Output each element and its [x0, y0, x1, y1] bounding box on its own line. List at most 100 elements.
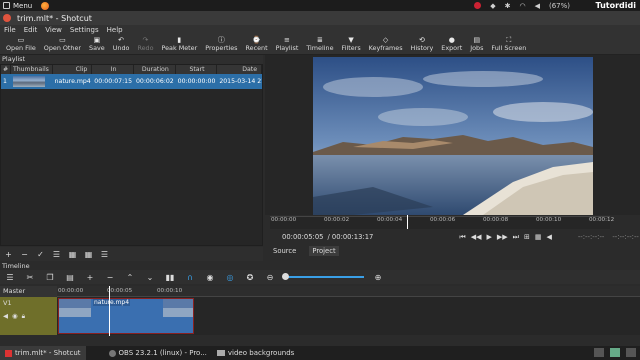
save-button[interactable]: ▣ Save: [85, 34, 109, 55]
skip-next-icon[interactable]: ⏭: [513, 233, 519, 242]
taskbar-item-obs[interactable]: OBS 23.2.1 (linux) - Pro...: [104, 346, 212, 360]
remove-icon[interactable]: −: [20, 250, 29, 259]
undo-icon: ↶: [118, 36, 125, 44]
copy-icon[interactable]: ❐: [44, 273, 56, 282]
shotcut-icon: [5, 349, 12, 357]
tab-project[interactable]: Project: [309, 246, 339, 256]
viewer-playhead[interactable]: [407, 215, 408, 229]
playlist-button[interactable]: ≡ Playlist: [272, 34, 303, 55]
volume-icon[interactable]: ◀: [535, 2, 540, 10]
tray-icon[interactable]: [610, 348, 620, 357]
ripple-delete-icon[interactable]: −: [104, 273, 116, 282]
column-header-thumbnails[interactable]: Thumbnails: [11, 65, 53, 74]
undo-button[interactable]: ↶ Undo: [109, 34, 134, 55]
timeline-menu-icon[interactable]: ☰: [4, 273, 16, 282]
close-window-button[interactable]: [3, 14, 11, 22]
menu-edit[interactable]: Edit: [24, 26, 38, 34]
mute-icon[interactable]: ◀: [3, 312, 8, 321]
track-header-v1[interactable]: V1 ◀ ◉ 🔒︎: [0, 297, 57, 335]
position-timecode[interactable]: 00:00:05:05: [282, 233, 323, 241]
append-icon[interactable]: +: [84, 273, 96, 282]
menu-file[interactable]: File: [4, 26, 16, 34]
battery-level[interactable]: (67%): [549, 2, 570, 10]
snap-icon[interactable]: ∩: [184, 273, 196, 282]
history-button[interactable]: ⟲ History: [407, 34, 438, 55]
table-row[interactable]: 1 nature.mp4 00:00:07:15 00:00:06:02 00:…: [1, 74, 262, 89]
ruler-tick: 00:00:10: [536, 217, 562, 223]
grid-icon[interactable]: ▦: [535, 233, 542, 242]
bluetooth-icon[interactable]: ✱: [505, 2, 511, 10]
viewer-ruler[interactable]: 00:00:00 00:00:02 00:00:04 00:00:06 00:0…: [270, 216, 614, 229]
playlist-header-row: # Thumbnails Clip In Duration Start Date: [1, 65, 262, 74]
timeline-ruler[interactable]: 00:00:00 00:00:05 00:00:10: [57, 286, 640, 297]
split-icon[interactable]: ▮▮: [164, 273, 176, 282]
fast-forward-icon[interactable]: ▶▶: [497, 233, 508, 242]
tiles-view-icon[interactable]: ▦: [68, 250, 77, 259]
column-header-duration[interactable]: Duration: [134, 65, 176, 74]
row-clip: nature.mp4: [54, 78, 91, 85]
overwrite-icon[interactable]: ⌄: [144, 273, 156, 282]
open-file-button[interactable]: ▭ Open File: [2, 34, 40, 55]
update-check-icon[interactable]: ✓: [36, 250, 45, 259]
video-frame[interactable]: [313, 57, 593, 215]
timeline-button[interactable]: ≣ Timeline: [302, 34, 337, 55]
rewind-icon[interactable]: ◀◀: [471, 233, 482, 242]
timeline-clip[interactable]: nature.mp4: [58, 298, 194, 334]
zoom-in-icon[interactable]: ⊕: [372, 273, 384, 282]
zoom-slider[interactable]: [282, 273, 364, 280]
recent-button[interactable]: ⌚ Recent: [242, 34, 272, 55]
dropbox-icon[interactable]: ◆: [490, 2, 495, 10]
jobs-button[interactable]: ▤ Jobs: [466, 34, 487, 55]
main-toolbar: ▭ Open File ▭ Open Other ▣ Save ↶ Undo ↷ Redo…: [0, 34, 640, 55]
ripple-all-icon[interactable]: ✪: [244, 273, 256, 282]
save-icon: ▣: [93, 36, 101, 44]
record-icon[interactable]: [474, 2, 482, 9]
cut-icon[interactable]: ✂: [24, 273, 36, 282]
zoom-slider-handle[interactable]: [282, 273, 289, 280]
details-view-icon[interactable]: ☰: [52, 250, 61, 259]
filters-button[interactable]: ▼ Filters: [338, 34, 365, 55]
zoom-icon[interactable]: ⊞: [524, 233, 530, 242]
properties-button[interactable]: ⓘ Properties: [201, 34, 241, 55]
lock-icon[interactable]: 🔒︎: [22, 312, 25, 321]
column-header-in[interactable]: In: [92, 65, 134, 74]
redo-button[interactable]: ↷ Redo: [133, 34, 157, 55]
keyframes-button[interactable]: ◇ Keyframes: [365, 34, 407, 55]
lift-icon[interactable]: ⌃: [124, 273, 136, 282]
column-header-start[interactable]: Start: [176, 65, 218, 74]
zoom-out-icon[interactable]: ⊖: [264, 273, 276, 282]
volume-icon[interactable]: ◀: [546, 233, 551, 242]
hide-icon[interactable]: ◉: [12, 312, 18, 321]
ripple-icon[interactable]: ◎: [224, 273, 236, 282]
system-menu-button[interactable]: Menu: [0, 1, 50, 10]
playlist-menu-icon[interactable]: ☰: [100, 250, 109, 259]
taskbar-item-folder[interactable]: video backgrounds: [212, 346, 299, 360]
history-icon: ⟲: [418, 36, 425, 44]
icons-view-icon[interactable]: ▦: [84, 250, 93, 259]
jobs-icon: ▤: [473, 36, 481, 44]
tray-icon[interactable]: [594, 348, 604, 357]
full-screen-icon: ⛶: [506, 36, 512, 44]
column-header-number[interactable]: #: [1, 65, 11, 74]
scrub-icon[interactable]: ◉: [204, 273, 216, 282]
wifi-icon[interactable]: ◠: [519, 2, 525, 10]
column-header-clip[interactable]: Clip: [53, 65, 93, 74]
add-icon[interactable]: +: [4, 250, 13, 259]
playlist-table[interactable]: # Thumbnails Clip In Duration Start Date…: [0, 64, 263, 246]
tray-icon[interactable]: [626, 348, 636, 357]
peak-meter-button[interactable]: ▮ Peak Meter: [158, 34, 202, 55]
full-screen-button[interactable]: ⛶ Full Screen: [487, 34, 530, 55]
skip-previous-icon[interactable]: ⏮: [459, 233, 465, 242]
column-header-date[interactable]: Date: [217, 65, 262, 74]
taskbar-item-shotcut[interactable]: trim.mlt* - Shotcut: [0, 346, 86, 360]
play-icon[interactable]: ▶: [486, 233, 491, 242]
menu-help[interactable]: Help: [107, 26, 123, 34]
export-button[interactable]: ● Export: [437, 34, 466, 55]
tab-source[interactable]: Source: [270, 246, 299, 256]
firefox-icon[interactable]: [41, 1, 50, 10]
open-other-button[interactable]: ▭ Open Other: [40, 34, 85, 55]
menu-view[interactable]: View: [45, 26, 62, 34]
paste-icon[interactable]: ▤: [64, 273, 76, 282]
timeline-playhead[interactable]: [109, 286, 110, 336]
menu-settings[interactable]: Settings: [70, 26, 99, 34]
